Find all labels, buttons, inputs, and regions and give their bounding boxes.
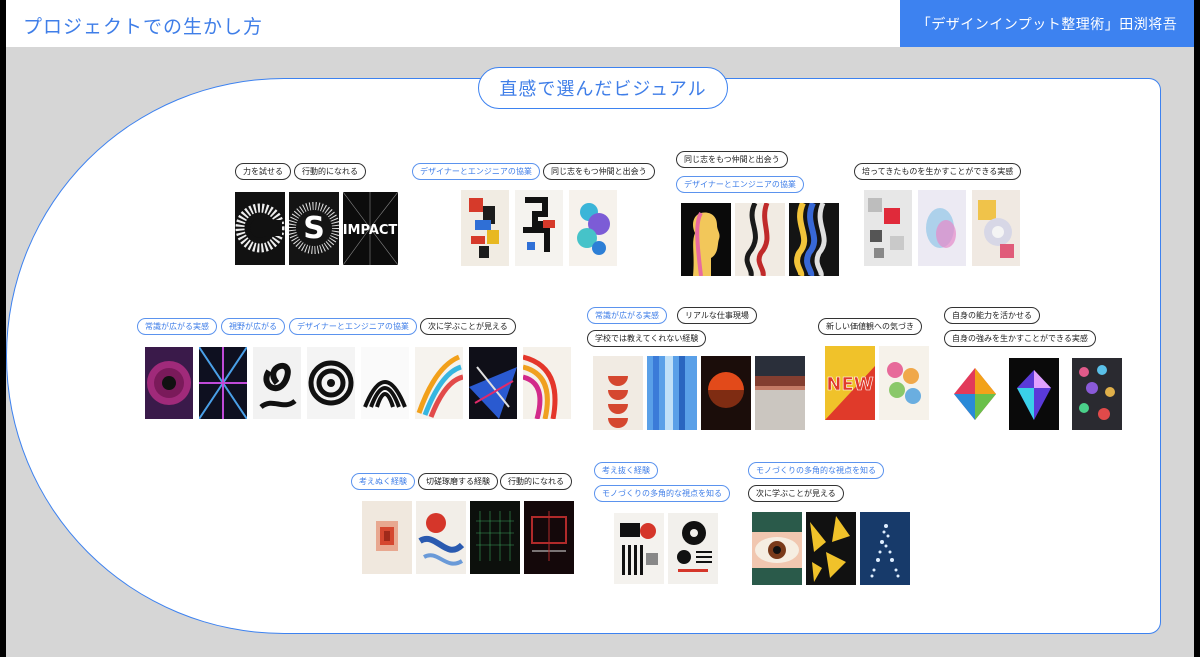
poster-stripes-bend [523,347,571,419]
tag: 常識が広がる実感 [587,307,667,324]
poster-cubes-red [864,190,912,266]
poster-new: NEW [825,346,875,420]
poster-half-circles [593,356,643,430]
poster-green-grid [470,501,520,574]
poster-red-sun-smoke [416,501,466,574]
tag: 常識が広がる実感 [137,318,217,335]
poster-crystal [1009,358,1059,430]
poster-yellow-shards [806,512,856,585]
poster-impact-text: IMPACT [343,223,397,238]
poster-tunnel-pink [145,347,193,419]
poster-new-text: NEW [826,374,873,395]
top-bar: プロジェクトでの生かし方 「デザインインプット整理術」田渕将吾 [6,0,1194,47]
poster-silhouette-a [681,203,731,276]
poster-bars-circle [614,513,664,584]
poster-eye [752,512,802,585]
poster-color-arcs [415,347,463,419]
poster-impact: IMPACT [343,192,398,265]
tag: 自身の強みを生かすことができる実感 [944,330,1096,347]
poster-gradient-fog [755,356,805,430]
poster-diamond [950,358,1000,430]
tag: 考えぬく経験 [351,473,415,490]
slide-screen: プロジェクトでの生かし方 「デザインインプット整理術」田渕将吾 直感で選んだビジ… [6,0,1194,657]
tag: 新しい価値観への気づき [818,318,922,335]
tag: 行動的になれる [500,473,572,490]
poster-gems [1072,358,1122,430]
tag: 視野が広がる [221,318,285,335]
poster-bauhaus-b [515,190,563,266]
poster-swirl-bw [253,347,301,419]
poster-shatter [469,347,517,419]
poster-silhouette-c [789,203,839,276]
tag: モノづくりの多角的な視点を知る [748,462,884,479]
tag: モノづくりの多角的な視点を知る [594,485,730,502]
poster-maze-bw [307,347,355,419]
book-credit-banner: 「デザインインプット整理術」田渕将吾 [900,0,1194,47]
poster-particle-figure [860,512,910,585]
poster-discs-stack [668,513,718,584]
poster-s-letter: S [303,211,325,246]
tag: 考え抜く経験 [594,462,658,479]
poster-disc [972,190,1020,266]
poster-sunset-sphere [701,356,751,430]
tag: リアルな仕事現場 [677,307,757,324]
poster-burst-s: S [289,192,339,265]
poster-silhouette-b [735,203,785,276]
tag: 行動的になれる [294,163,366,180]
tag: デザイナーとエンジニアの協業 [676,176,804,193]
tag: 同じ志をもつ仲間と出会う [676,151,788,168]
tag: 学校では教えてくれない経験 [587,330,707,347]
tag: 切磋琢磨する経験 [418,473,498,490]
tag: 次に学ぶことが見える [748,485,844,502]
poster-glass-prism [918,190,966,266]
poster-blobs [569,190,617,266]
poster-bauhaus-a [461,190,509,266]
tag: 培ってきたものを生かすことができる実感 [854,163,1022,180]
poster-arches-bw [361,347,409,419]
poster-radial-blue [199,347,247,419]
tag: 自身の能力を活かせる [944,307,1040,324]
poster-red-lines [524,501,574,574]
tag: 次に学ぶことが見える [420,318,516,335]
page-title: プロジェクトでの生かし方 [23,16,264,38]
poster-puffy-letters [879,346,929,420]
poster-burst-c [235,192,285,265]
poster-blue-columns [647,356,697,430]
tag: デザイナーとエンジニアの協業 [289,318,417,335]
poster-pixel-blur [362,501,412,574]
tag: デザイナーとエンジニアの協業 [412,163,540,180]
tag: 力を試せる [235,163,291,180]
tag: 同じ志をもつ仲間と出会う [543,163,655,180]
section-title: 直感で選んだビジュアル [478,67,728,109]
